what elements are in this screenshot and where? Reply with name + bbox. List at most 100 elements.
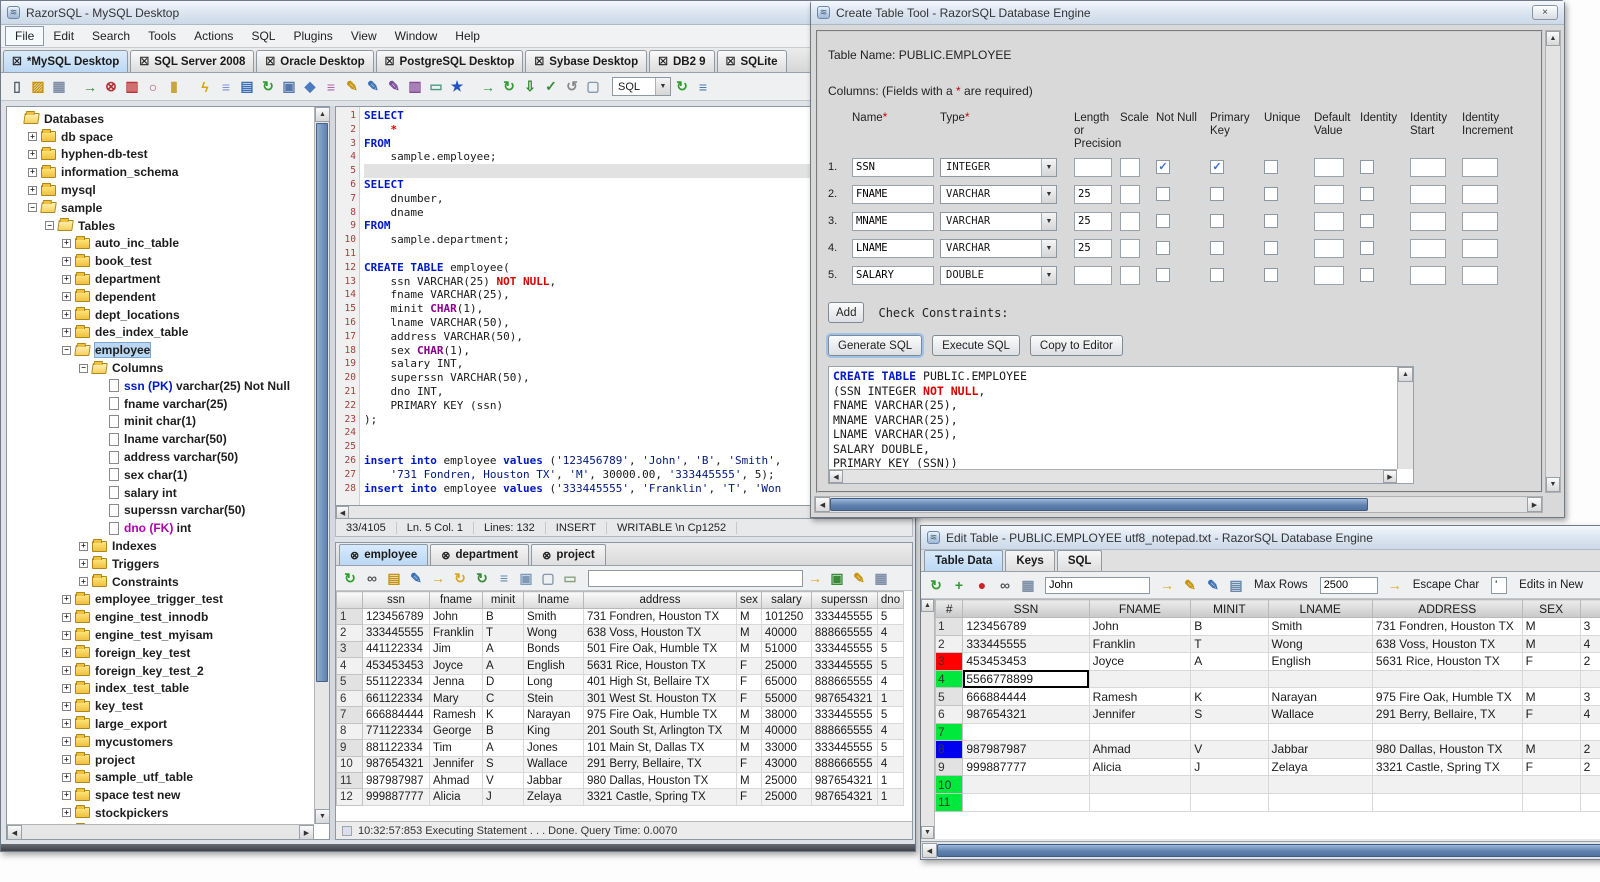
refresh-icon[interactable]: ↻ bbox=[499, 77, 519, 97]
table-cell[interactable]: George bbox=[429, 722, 483, 741]
table-cell[interactable]: F bbox=[736, 673, 762, 691]
connection-tab[interactable]: ☒ SQLite bbox=[716, 50, 787, 72]
table-cell[interactable]: 501 Fire Oak, Humble TX bbox=[583, 640, 737, 659]
tree-item[interactable]: + index_test_table bbox=[11, 680, 314, 698]
default-value-input[interactable] bbox=[1314, 265, 1344, 285]
table-cell[interactable]: 5 bbox=[876, 706, 905, 724]
table-cell[interactable] bbox=[1371, 669, 1523, 689]
expand-icon[interactable]: + bbox=[62, 648, 71, 658]
edit-data-table[interactable]: # SSN FNAME MINIT LNAME ADDRESS SEX 1 123456789 J… bbox=[935, 599, 1600, 812]
table-cell[interactable]: Tim bbox=[429, 739, 483, 757]
tree-horizontal-scrollbar[interactable]: ◀ ▶ bbox=[7, 824, 314, 840]
table-cell[interactable]: 5 bbox=[876, 640, 905, 659]
refresh-table-icon[interactable]: ↻ bbox=[926, 575, 946, 595]
scale-input[interactable] bbox=[1120, 184, 1140, 204]
expand-icon[interactable]: + bbox=[62, 327, 71, 337]
results-icon[interactable]: ≡ bbox=[321, 77, 341, 97]
expand-icon[interactable]: + bbox=[62, 612, 71, 622]
table-row[interactable]: 10 987654321 Jennifer S Wallace 291 Berry, Be… bbox=[336, 755, 905, 773]
tree-item-label[interactable]: address varchar(50) bbox=[124, 450, 238, 464]
table-cell[interactable]: 51000 bbox=[760, 640, 812, 659]
table-cell[interactable]: B bbox=[1190, 617, 1269, 636]
table-cell[interactable]: K bbox=[482, 706, 524, 724]
expand-icon[interactable]: + bbox=[62, 630, 71, 640]
table-cell[interactable]: J bbox=[482, 788, 524, 806]
identity-start-input[interactable] bbox=[1410, 265, 1446, 285]
table-cell[interactable] bbox=[1267, 792, 1373, 812]
chevron-down-icon[interactable]: ▼ bbox=[1041, 239, 1056, 257]
table-cell[interactable] bbox=[1579, 775, 1600, 794]
column-type-select[interactable]: VARCHAR ▼ bbox=[940, 211, 1057, 231]
add-row-icon[interactable]: + bbox=[949, 575, 969, 595]
table-cell[interactable]: 4 bbox=[876, 624, 905, 642]
unique-checkbox[interactable] bbox=[1264, 268, 1278, 282]
column-header[interactable] bbox=[336, 591, 363, 609]
table-cell[interactable]: 401 High St, Bellaire TX bbox=[583, 673, 737, 691]
tree-item[interactable]: − sample bbox=[11, 199, 314, 217]
tree-item-label[interactable]: ssn (PK) varchar(25) Not Null bbox=[124, 379, 290, 393]
table-cell[interactable]: 888666555 bbox=[810, 755, 878, 773]
table-cell[interactable] bbox=[962, 775, 1090, 794]
tree-item[interactable]: superssn varchar(50) bbox=[11, 502, 314, 520]
tree-item[interactable]: + information_schema bbox=[11, 163, 314, 181]
column-type-select[interactable]: VARCHAR ▼ bbox=[940, 184, 1057, 204]
tree-item[interactable]: + department bbox=[11, 270, 314, 288]
table-row[interactable]: 9 999887777 Alicia J Zelaya 3321 Castle, Spri… bbox=[935, 757, 1600, 777]
results-search-input[interactable] bbox=[588, 569, 803, 587]
max-rows-input[interactable] bbox=[1319, 576, 1378, 594]
search-input[interactable] bbox=[1045, 576, 1150, 594]
scroll-down-icon[interactable]: ▼ bbox=[921, 826, 934, 839]
tree-item-label[interactable]: des_index_table bbox=[95, 325, 188, 339]
table-cell[interactable] bbox=[962, 722, 1090, 742]
collapse-icon[interactable]: − bbox=[45, 221, 54, 231]
tree-item-label[interactable]: mycustomers bbox=[95, 735, 173, 749]
table-cell[interactable]: 888665555 bbox=[810, 624, 878, 642]
tree-item[interactable]: + large_export bbox=[11, 715, 314, 733]
undo-icon[interactable]: ↺ bbox=[562, 77, 582, 97]
scroll-down-icon[interactable]: ▼ bbox=[1546, 477, 1560, 492]
row-number-cell[interactable]: 4 bbox=[935, 669, 964, 689]
tree-item-label[interactable]: engine_test_innodb bbox=[95, 610, 208, 624]
table-cell[interactable]: Ahmad bbox=[429, 771, 483, 790]
table-cell[interactable]: Ramesh bbox=[1088, 687, 1192, 706]
execute-sql-button[interactable]: Execute SQL bbox=[932, 335, 1020, 356]
table-cell[interactable]: 3321 Castle, Spring TX bbox=[1371, 757, 1523, 777]
column-header[interactable]: # bbox=[935, 599, 964, 618]
table-row[interactable]: 5 666884444 Ramesh K Narayan 975 Fire Oak, Hu… bbox=[935, 687, 1600, 706]
table-cell[interactable]: Bonds bbox=[523, 640, 584, 659]
length-input[interactable] bbox=[1074, 211, 1112, 231]
table-row[interactable]: 8 987987987 Ahmad V Jabbar 980 Dallas, Housto… bbox=[935, 740, 1600, 759]
hscroll-thumb[interactable] bbox=[937, 844, 1600, 857]
table-cell[interactable]: 5566778899 bbox=[962, 669, 1090, 689]
table-cell[interactable]: 291 Berry, Bellaire, TX bbox=[583, 755, 737, 773]
table-cell[interactable] bbox=[1267, 722, 1373, 742]
chevron-down-icon[interactable]: ▼ bbox=[1041, 212, 1056, 230]
chevron-down-icon[interactable]: ▼ bbox=[1041, 158, 1056, 176]
list-icon[interactable]: ≡ bbox=[693, 77, 713, 97]
table-cell[interactable]: Jim bbox=[429, 640, 483, 659]
identity-increment-input[interactable] bbox=[1462, 265, 1498, 285]
identity-checkbox[interactable] bbox=[1360, 187, 1374, 201]
table-cell[interactable]: 666884444 bbox=[962, 687, 1090, 706]
table-cell[interactable]: Zelaya bbox=[1267, 757, 1373, 777]
tree-item-label[interactable]: index_test_table bbox=[95, 681, 189, 695]
tree-item[interactable]: + Triggers bbox=[11, 555, 314, 573]
tree-item[interactable]: + foreign_key_test bbox=[11, 644, 314, 662]
table-cell[interactable]: Ahmad bbox=[1088, 740, 1192, 759]
table-cell[interactable]: Wong bbox=[1267, 634, 1373, 654]
tree-item-label[interactable]: sex char(1) bbox=[124, 468, 187, 482]
doc-icon[interactable]: ▢ bbox=[583, 77, 603, 97]
generate-sql-button[interactable]: Generate SQL bbox=[825, 333, 925, 358]
table-cell[interactable]: Franklin bbox=[429, 624, 483, 642]
table-cell[interactable]: A bbox=[482, 739, 524, 757]
table-cell[interactable]: Joyce bbox=[429, 657, 483, 675]
table-cell[interactable]: Wong bbox=[523, 624, 584, 642]
menu-sql[interactable]: SQL bbox=[242, 27, 284, 45]
format-sql-icon[interactable]: ✎ bbox=[384, 77, 404, 97]
table-cell[interactable]: 40000 bbox=[760, 624, 812, 642]
table-cell[interactable]: 65000 bbox=[760, 673, 812, 691]
tree-item[interactable]: + space test new bbox=[11, 786, 314, 804]
tree-item[interactable]: + engine_test_myisam bbox=[11, 626, 314, 644]
tab-close-icon[interactable]: ☒ bbox=[726, 55, 736, 68]
link-icon[interactable]: ↻ bbox=[450, 568, 470, 588]
